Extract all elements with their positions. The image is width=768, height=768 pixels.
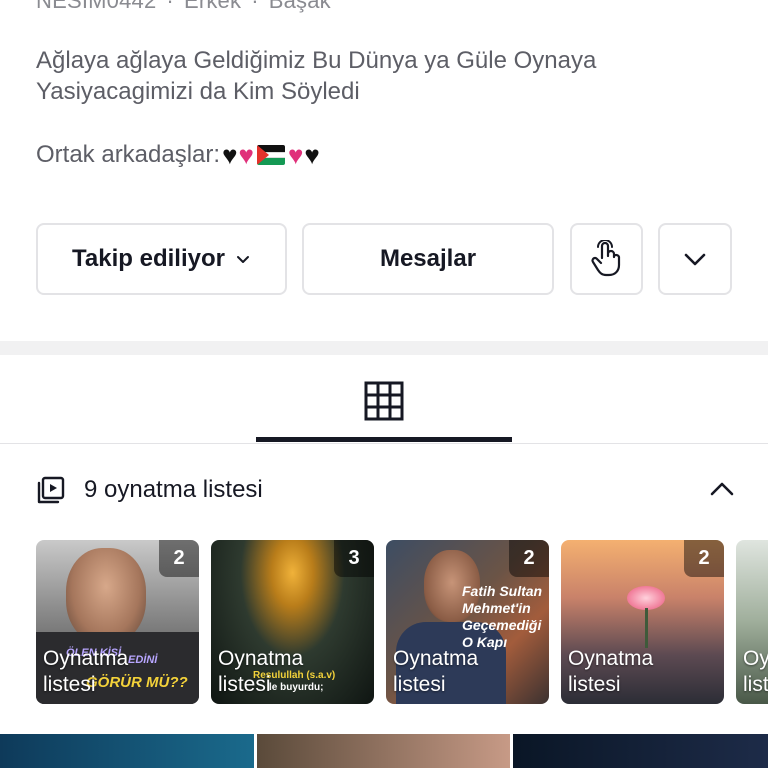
active-tab-indicator (256, 437, 512, 442)
bio-line: Yasiyacagimizi da Kim Söyledi (36, 78, 360, 105)
profile-bio: Ağlaya ağlaya Geldiğimiz Bu Dünya ya Gül… (36, 45, 736, 107)
mutual-friends-label: Ortak arkadaşlar: (36, 141, 221, 168)
playlist-title: Oynatma listesi (393, 647, 479, 696)
bio-emojis: ♥ ♥ ♥ ♥ (222, 142, 320, 168)
username: NESIM0442 (36, 0, 157, 13)
video-count-badge: 2 (159, 540, 199, 577)
playlist-card[interactable]: Resulullah (s.a.v) le buyurdu; 3 Oynatma… (211, 540, 374, 704)
chevron-up-icon (710, 482, 734, 496)
meta-separator: · (251, 0, 259, 13)
mutual-friends: Ortak arkadaşlar: ♥ ♥ ♥ ♥ (36, 141, 320, 169)
following-button[interactable]: Takip ediliyor (36, 223, 287, 295)
playlist-card[interactable]: Fatih Sultan Mehmet'in Geçemediği O Kapı… (386, 540, 549, 704)
grid-icon (364, 381, 404, 421)
thumbnail-caption: Fatih Sultan (462, 583, 543, 599)
video-thumbnail[interactable] (257, 734, 510, 768)
playlist-carousel[interactable]: ÖLEN KİŞİ EDİNİ GÖRÜR MÜ?? 2 Oynatma lis… (36, 540, 768, 704)
following-label: Takip ediliyor (72, 245, 225, 272)
video-thumbnail[interactable] (513, 734, 768, 768)
section-divider (0, 341, 768, 355)
playlists-count-label: 9 oynatma listesi (84, 476, 263, 503)
playlist-icon (37, 476, 65, 504)
hand-pointer-icon (590, 240, 620, 277)
thumbnail-stem (645, 608, 648, 648)
palestine-flag-icon (256, 145, 285, 165)
messages-label: Mesajlar (379, 245, 477, 272)
chevron-down-icon (236, 256, 249, 263)
chevron-down-icon (684, 253, 706, 266)
playlist-card[interactable]: ÖLEN KİŞİ EDİNİ GÖRÜR MÜ?? 2 Oynatma lis… (36, 540, 199, 704)
gender: Erkek (183, 0, 242, 13)
playlist-title: Oynatma listesi (568, 647, 654, 696)
thumbnail-face (66, 548, 146, 644)
video-count-badge: 2 (509, 540, 549, 577)
playlist-card[interactable]: 2 Oynatma listesi (561, 540, 724, 704)
broken-heart-icon: ♥ (238, 140, 254, 170)
black-heart-icon: ♥ (304, 140, 320, 170)
playlist-card[interactable]: Oy list (736, 540, 768, 704)
playlist-title: Oy list (743, 647, 768, 696)
playlist-title: Oynatma listesi (218, 647, 304, 696)
more-options-button[interactable] (658, 223, 732, 295)
playlists-header[interactable]: 9 oynatma listesi (36, 470, 263, 510)
thumbnail-flower (627, 586, 665, 610)
profile-meta: NESIM0442 · Erkek · Başak (36, 0, 331, 14)
thumbnail-caption: Geçemediği (462, 617, 542, 633)
poke-button[interactable] (570, 223, 643, 295)
broken-heart-icon: ♥ (287, 140, 304, 170)
black-heart-icon: ♥ (222, 140, 238, 170)
bio-line: Ağlaya ağlaya Geldiğimiz Bu Dünya ya Gül… (36, 47, 597, 74)
messages-button[interactable]: Mesajlar (302, 223, 554, 295)
thumbnail-caption: Mehmet'in (462, 600, 531, 616)
video-count-badge: 3 (334, 540, 374, 577)
video-thumbnail[interactable] (0, 734, 254, 768)
zodiac: Başak (268, 0, 331, 13)
tab-videos-grid[interactable] (256, 360, 512, 442)
tab-bar-divider (0, 443, 768, 444)
video-count-badge: 2 (684, 540, 724, 577)
meta-separator: · (166, 0, 174, 13)
playlist-title: Oynatma listesi (43, 647, 129, 696)
collapse-playlists-button[interactable] (704, 474, 740, 504)
